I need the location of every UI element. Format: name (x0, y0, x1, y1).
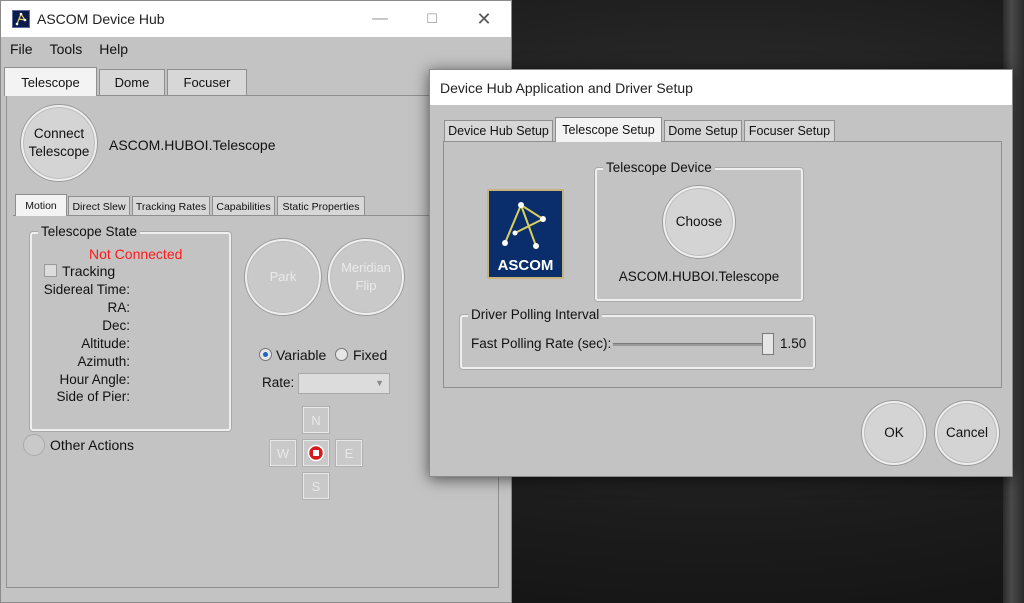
dec-label: Dec: (102, 318, 130, 333)
maximize-icon[interactable]: ☐ (409, 1, 455, 37)
tracking-label: Tracking (62, 263, 116, 279)
subtab-tracking-rates[interactable]: Tracking Rates (132, 196, 210, 216)
close-icon[interactable]: ✕ (461, 1, 507, 37)
subtab-direct-slew[interactable]: Direct Slew (68, 196, 130, 216)
cancel-button[interactable]: Cancel (935, 401, 999, 465)
slew-west-button[interactable]: W (270, 440, 296, 466)
rate-variable-radio[interactable] (259, 348, 272, 361)
tab-telescope[interactable]: Telescope (4, 67, 97, 96)
main-titlebar: ASCOM Device Hub — ☐ ✕ (1, 1, 511, 37)
side-of-pier-label: Side of Pier: (56, 389, 130, 404)
rate-dropdown[interactable]: ▼ (298, 373, 390, 394)
setup-dialog: Device Hub Application and Driver Setup … (429, 69, 1013, 477)
menu-bar: File Tools Help (1, 37, 511, 61)
tab-focuser-setup[interactable]: Focuser Setup (744, 120, 835, 141)
sidereal-time-label: Sidereal Time: (43, 282, 130, 297)
tab-focuser[interactable]: Focuser (167, 69, 247, 95)
hour-angle-label: Hour Angle: (59, 372, 130, 387)
meridian-flip-button[interactable]: Meridian Flip (328, 239, 404, 315)
tab-dome-setup[interactable]: Dome Setup (664, 120, 742, 141)
dialog-device-id: ASCOM.HUBOI.Telescope (618, 269, 780, 284)
rate-fixed-label: Fixed (353, 347, 388, 363)
slew-east-button[interactable]: E (336, 440, 362, 466)
dialog-titlebar: Device Hub Application and Driver Setup (430, 70, 1012, 105)
connect-telescope-button[interactable]: Connect Telescope (21, 105, 97, 181)
ra-label: RA: (107, 300, 130, 315)
polling-slider-thumb[interactable] (762, 333, 775, 355)
telescope-state-title: Telescope State (38, 224, 141, 239)
subtab-capabilities[interactable]: Capabilities (212, 196, 275, 216)
polling-interval-title: Driver Polling Interval (468, 307, 603, 322)
telescope-device-title: Telescope Device (603, 160, 715, 175)
subtab-divider (13, 215, 499, 216)
menu-file[interactable]: File (10, 41, 33, 57)
menu-help[interactable]: Help (99, 41, 128, 57)
subtab-static-properties[interactable]: Static Properties (277, 196, 365, 216)
rate-label: Rate: (262, 375, 295, 390)
other-actions-label: Other Actions (50, 437, 135, 453)
fast-polling-label: Fast Polling Rate (sec): (471, 336, 612, 351)
rate-fixed-radio[interactable] (335, 348, 348, 361)
stop-button[interactable] (303, 440, 329, 466)
park-button[interactable]: Park (245, 239, 321, 315)
other-actions-expander[interactable] (23, 434, 45, 456)
stop-icon (307, 444, 325, 462)
subtab-motion[interactable]: Motion (15, 194, 67, 216)
ok-button[interactable]: OK (862, 401, 926, 465)
telescope-device-id: ASCOM.HUBOI.Telescope (109, 137, 276, 153)
azimuth-label: Azimuth: (77, 354, 130, 369)
altitude-label: Altitude: (81, 336, 130, 351)
polling-value: 1.50 (780, 336, 807, 351)
ascom-logo: ASCOM (487, 189, 564, 279)
slew-south-button[interactable]: S (303, 473, 329, 499)
polling-slider-track[interactable] (613, 343, 773, 346)
tracking-checkbox[interactable] (44, 264, 57, 277)
chevron-down-icon: ▼ (375, 378, 384, 388)
rate-variable-label: Variable (276, 347, 327, 363)
menu-tools[interactable]: Tools (50, 41, 83, 57)
ascom-logo-text: ASCOM (497, 257, 554, 274)
connection-status: Not Connected (89, 246, 183, 262)
dialog-title: Device Hub Application and Driver Setup (440, 79, 693, 96)
ascom-app-icon (12, 10, 30, 28)
minimize-icon[interactable]: — (357, 1, 403, 37)
main-window-title: ASCOM Device Hub (37, 11, 165, 27)
choose-button[interactable]: Choose (663, 186, 735, 258)
tab-telescope-setup[interactable]: Telescope Setup (555, 117, 662, 142)
slew-north-button[interactable]: N (303, 407, 329, 433)
tab-dome[interactable]: Dome (99, 69, 165, 95)
tab-device-hub-setup[interactable]: Device Hub Setup (444, 120, 553, 141)
